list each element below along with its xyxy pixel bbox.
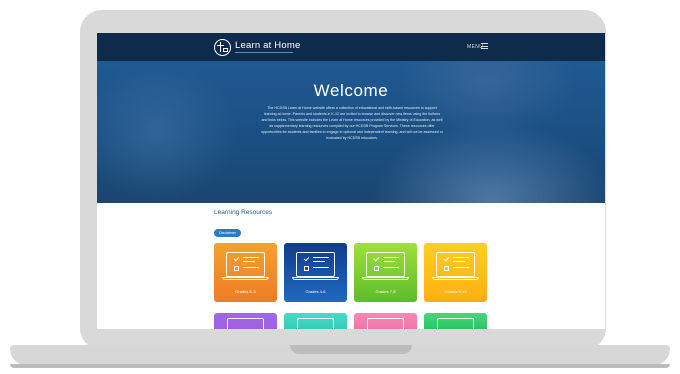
grades-9-12-card[interactable]: Grades 9-12: [424, 243, 487, 302]
laptop-checklist-icon: [366, 252, 405, 277]
resource-card-green[interactable]: [424, 313, 487, 329]
laptop-mockup: Learn at Home MENU Welcome The HCDSB Lea…: [0, 0, 680, 374]
grades-k3-card[interactable]: Grades K-3: [214, 243, 277, 302]
logo-cross-icon[interactable]: [214, 39, 231, 56]
card-label: Grades 4-6: [305, 289, 326, 294]
hero-description: The HCDSB Learn at Home website offers a…: [261, 106, 443, 140]
hero-banner: Welcome The HCDSB Learn at Home website …: [97, 61, 605, 203]
laptop-icon: [297, 318, 334, 329]
hamburger-menu-icon[interactable]: [481, 43, 488, 49]
people-icon: [437, 318, 474, 329]
laptop-base-shadow: [10, 364, 670, 368]
laptop-checklist-icon: [436, 252, 475, 277]
site-brand[interactable]: Learn at Home: [235, 40, 300, 51]
site-header: Learn at Home MENU: [97, 33, 605, 61]
grades-7-8-card[interactable]: Grades 7-8: [354, 243, 417, 302]
laptop-checklist-icon: [296, 252, 335, 277]
laptop-notch: [290, 345, 412, 354]
section-title: Learning Resources: [214, 209, 273, 216]
card-label: Grades 9-12: [444, 289, 467, 294]
laptop-screen: Learn at Home MENU Welcome The HCDSB Lea…: [97, 33, 605, 329]
resource-card-teal[interactable]: [284, 313, 347, 329]
disclaimer-button[interactable]: Disclaimer: [214, 229, 241, 237]
laptop-icon: [367, 318, 404, 329]
laptop-icon: [227, 318, 264, 329]
brand-underline: [235, 52, 293, 53]
card-label: Grades K-3: [235, 289, 256, 294]
grades-4-6-card[interactable]: Grades 4-6: [284, 243, 347, 302]
resource-card-pink[interactable]: [354, 313, 417, 329]
hero-title: Welcome: [313, 81, 389, 100]
resource-card-purple[interactable]: [214, 313, 277, 329]
card-label: Grades 7-8: [375, 289, 396, 294]
laptop-checklist-icon: [226, 252, 265, 277]
